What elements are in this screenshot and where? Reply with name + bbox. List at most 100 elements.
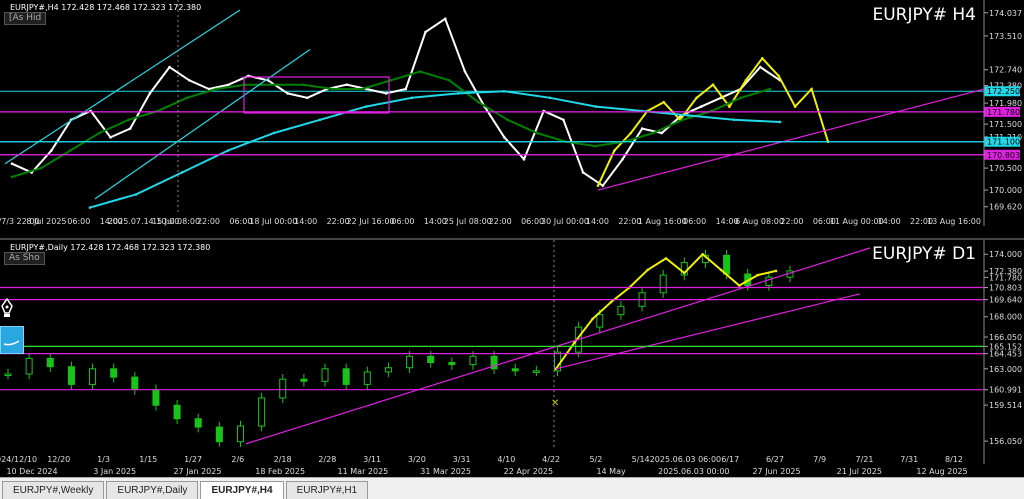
time-tick-label: 1/27	[184, 455, 202, 464]
series-point-white	[50, 149, 53, 152]
tab-daily[interactable]: EURJPY#,Daily	[106, 481, 199, 499]
time-tick-label: 1/15	[139, 455, 157, 464]
candle-body	[659, 274, 667, 294]
candle-body	[89, 368, 97, 385]
series-point-green	[360, 87, 364, 91]
time-tick-label: 14:00	[294, 217, 317, 226]
time-tick-label: 5/14	[632, 455, 650, 464]
price-tick-label: 170.500	[989, 164, 1022, 173]
time-tick-label: 3/20	[408, 455, 426, 464]
h4-header: EURJPY#,H4 172.428 172.468 172.323 172.3…	[10, 3, 202, 12]
series-point-green	[302, 83, 305, 86]
d1-show-button[interactable]: As Sho	[4, 252, 45, 265]
time-tick-label: 6 Aug 08:00	[735, 217, 784, 226]
tab-h1[interactable]: EURJPY#,H1	[285, 481, 369, 499]
signal-icon[interactable]	[0, 326, 24, 354]
time-tick-label: 06:00	[391, 217, 414, 226]
date-tick-label: 31 Mar 2025	[420, 467, 471, 476]
time-tick-label: 2/18	[274, 455, 292, 464]
series-point-white	[128, 127, 132, 130]
price-tick-label: 170.803	[989, 284, 1022, 293]
series-point-cyan	[502, 89, 506, 93]
price-label-text: 171.100	[987, 138, 1020, 147]
series-point-green	[389, 78, 393, 82]
series-point-yellow	[646, 268, 649, 272]
h4-chart-pane[interactable]: 174.037 173.510 172.740 172.380 171.980 171.5…	[0, 0, 1024, 238]
pen-icon[interactable]	[0, 298, 14, 318]
series-point-white	[562, 118, 565, 122]
price-tick-label: 156.050	[989, 437, 1022, 446]
date-tick-label: 12 Aug 2025	[916, 467, 967, 476]
series-point-cyan	[732, 118, 736, 122]
series-point-green	[448, 78, 451, 82]
time-tick-label: 4/10	[497, 455, 515, 464]
trend-line	[94, 49, 311, 200]
time-tick-label: 30 Jul 00:00	[541, 217, 589, 226]
series-point-green	[593, 144, 597, 148]
candle-body	[110, 368, 118, 378]
candle-body	[511, 368, 519, 372]
series-point-white	[640, 127, 644, 130]
candle-body	[236, 425, 244, 443]
range-box	[243, 76, 390, 114]
d1-chart-svg[interactable]: 174.000172.380171.780170.803169.640168.0…	[0, 240, 1024, 476]
series-point-yellow	[701, 252, 704, 256]
tab-h4[interactable]: EURJPY#,H4	[200, 481, 284, 499]
candle-body	[406, 355, 414, 369]
price-tick-label: 172.740	[989, 66, 1022, 75]
price-label-text: 171.780	[987, 108, 1020, 117]
time-tick-label: 4/22	[542, 455, 560, 464]
time-tick-label: 18 Jul 00:00	[249, 217, 297, 226]
time-tick-label: 3/11	[363, 455, 381, 464]
trend-line	[597, 88, 985, 191]
price-tick-label: 159.514	[989, 401, 1022, 410]
time-tick-label: 25 Jul 08:00	[444, 217, 492, 226]
time-tick-label: 1 Aug 16:00	[638, 217, 687, 226]
series-point-green	[535, 131, 539, 135]
candle-body	[258, 397, 266, 427]
time-tick-label: 22:00	[197, 217, 220, 226]
price-tick-label: 168.000	[989, 313, 1022, 322]
series-point-white	[660, 131, 664, 135]
series-point-white	[522, 158, 526, 161]
h4-hide-button[interactable]: [As Hid	[4, 12, 47, 25]
series-point-white	[148, 92, 152, 95]
series-point-green	[127, 118, 130, 122]
candle-body	[469, 355, 477, 366]
d1-chart-pane[interactable]: 174.000 172.380 171.780 170.803 169.640 168.0…	[0, 240, 1024, 476]
candle-body	[596, 314, 604, 328]
candle-body	[279, 378, 287, 399]
time-tick-label: 5/2	[589, 455, 602, 464]
candle-body	[194, 418, 202, 428]
price-tick-label: 173.510	[989, 32, 1022, 41]
time-tick-label: 11 Aug 00:00	[830, 217, 884, 226]
series-point-yellow	[793, 105, 797, 108]
trend-line	[555, 293, 861, 370]
series-point-yellow	[596, 184, 600, 187]
series-point-white	[759, 65, 762, 69]
time-tick-label: 22:00	[489, 217, 512, 226]
time-tick-label: 6/17	[721, 455, 739, 464]
candle-body	[427, 355, 435, 364]
series-point-yellow	[738, 284, 741, 287]
series-point-yellow	[777, 74, 781, 78]
candle-body	[617, 305, 625, 316]
series-line-yellow	[597, 56, 829, 187]
date-tick-label: 27 Jun 2025	[752, 467, 800, 476]
series-point-green	[739, 96, 743, 100]
time-tick-label: 15 Jul 08:00	[152, 217, 200, 226]
series-point-yellow	[774, 269, 778, 273]
series-point-white	[601, 184, 605, 187]
series-point-green	[39, 166, 43, 170]
cross-marker: ✕	[551, 398, 559, 409]
series-point-yellow	[719, 268, 723, 272]
tab-weekly[interactable]: EURJPY#,Weekly	[2, 481, 105, 499]
time-tick-label: 22 Jul 16:00	[347, 217, 395, 226]
series-point-green	[477, 100, 480, 104]
h4-chart-svg[interactable]: 174.037173.510172.740172.380171.980171.5…	[0, 0, 1024, 238]
series-point-yellow	[591, 317, 594, 321]
time-tick-label: 14:00	[878, 217, 901, 226]
series-point-green	[418, 70, 422, 73]
candle-body	[765, 276, 773, 286]
time-tick-label: 8 Jul 2025	[26, 217, 66, 226]
